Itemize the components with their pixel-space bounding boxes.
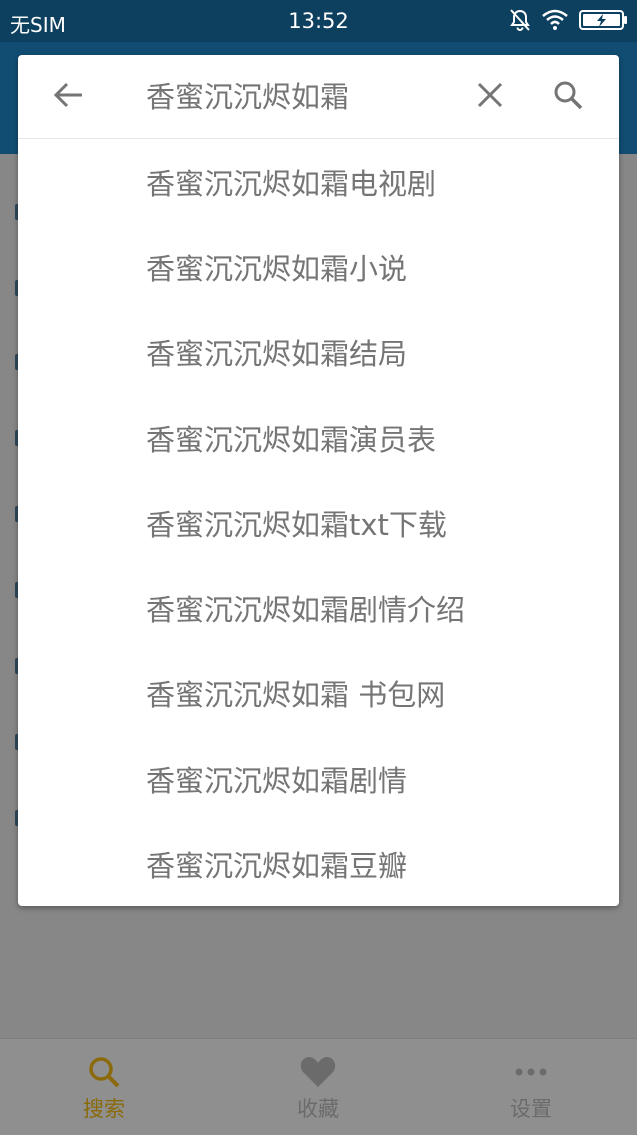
tab-favorites[interactable]: 收藏 [238, 1039, 398, 1135]
clear-button[interactable] [470, 79, 510, 115]
arrow-left-icon [52, 81, 84, 113]
suggestion-item[interactable]: 香蜜沉沉烬如霜演员表 [18, 395, 619, 480]
search-bar: 香蜜沉沉烬如霜 [18, 55, 619, 139]
suggestion-item[interactable]: 香蜜沉沉烬如霜小说 [18, 224, 619, 309]
search-dialog: 香蜜沉沉烬如霜 香蜜沉沉烬如霜电视剧 香蜜沉沉烬如霜小说 香蜜沉沉烬如霜结局 香… [18, 55, 619, 906]
tab-search[interactable]: 搜索 [24, 1039, 184, 1135]
tab-label: 收藏 [297, 1097, 339, 1121]
suggestion-item[interactable]: 香蜜沉沉烬如霜电视剧 [18, 139, 619, 224]
suggestion-item[interactable]: 香蜜沉沉烬如霜豆瓣 [18, 821, 619, 906]
tab-settings[interactable]: 设置 [451, 1039, 611, 1135]
battery-charging-icon [579, 9, 629, 35]
search-icon [87, 1053, 121, 1091]
search-button[interactable] [548, 77, 588, 117]
search-input[interactable]: 香蜜沉沉烬如霜 [146, 79, 349, 115]
back-button[interactable] [48, 79, 88, 115]
wifi-icon [541, 9, 569, 35]
suggestion-item[interactable]: 香蜜沉沉烬如霜 书包网 [18, 651, 619, 736]
more-dots-icon [514, 1053, 548, 1091]
close-icon [477, 82, 503, 112]
status-bar: 无SIM 13:52 [0, 0, 637, 42]
tab-label: 设置 [510, 1097, 552, 1121]
suggestion-list: 香蜜沉沉烬如霜电视剧 香蜜沉沉烬如霜小说 香蜜沉沉烬如霜结局 香蜜沉沉烬如霜演员… [18, 139, 619, 907]
search-icon [552, 79, 584, 115]
bell-muted-icon [509, 8, 531, 36]
suggestion-item[interactable]: 香蜜沉沉烬如霜剧情介绍 [18, 565, 619, 650]
tab-label: 搜索 [83, 1097, 125, 1121]
suggestion-item[interactable]: 香蜜沉沉烬如霜结局 [18, 310, 619, 395]
suggestion-item[interactable]: 香蜜沉沉烬如霜剧情 [18, 736, 619, 821]
status-icons [509, 8, 629, 36]
heart-icon [299, 1053, 337, 1091]
bottom-nav: 搜索 收藏 设置 [0, 1038, 637, 1135]
suggestion-item[interactable]: 香蜜沉沉烬如霜txt下载 [18, 480, 619, 565]
